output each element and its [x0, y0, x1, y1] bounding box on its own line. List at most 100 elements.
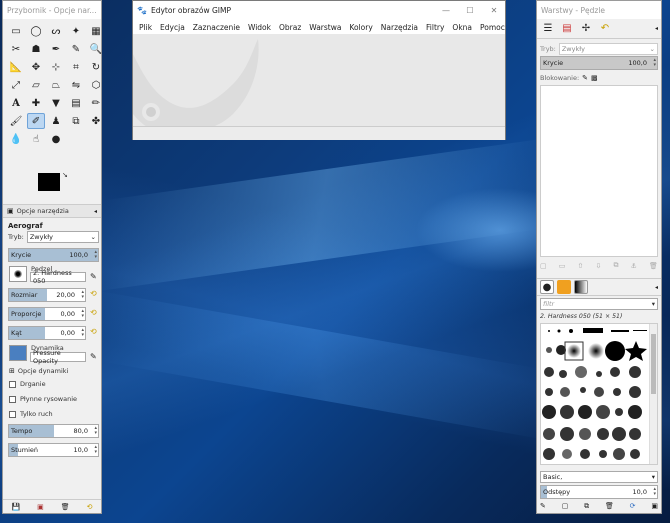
brush-grid[interactable] [540, 323, 658, 465]
delete-options-icon[interactable]: 🗑 [61, 503, 70, 511]
cage-tool[interactable]: ⬡ [87, 77, 105, 93]
fuzzy-select-tool[interactable]: ✦ [67, 23, 85, 39]
checkbox-box[interactable] [9, 410, 16, 418]
rect-select-tool[interactable]: ▭ [7, 23, 25, 39]
minimize-icon[interactable]: — [439, 6, 453, 15]
dock-menu-icon[interactable]: ◂ [655, 25, 658, 32]
heal-tool[interactable]: ✚ [27, 95, 45, 111]
select-by-color-tool[interactable]: ▦ [87, 23, 105, 39]
layers-opacity-slider[interactable]: Krycie 100,0 ▴ ▾ [540, 56, 658, 70]
rate-slider[interactable]: Tempo 80,0 ▴ ▾ [8, 424, 99, 438]
blur-tool[interactable]: 💧 [7, 131, 25, 147]
layers-list[interactable] [540, 85, 658, 257]
lock-alpha-icon[interactable]: ▩ [591, 74, 598, 82]
spin-icon[interactable]: ▴ ▾ [81, 328, 84, 338]
foreground-color[interactable] [38, 173, 60, 191]
crop-tool[interactable]: ⌗ [67, 59, 85, 75]
move-tool[interactable]: ✥ [27, 59, 45, 75]
brush-filter-field[interactable]: filtr ▾ [540, 298, 658, 310]
text-tool[interactable]: A [7, 95, 25, 111]
color-area[interactable]: ↘ [38, 171, 68, 199]
clone-tool[interactable]: ⧉ [67, 113, 85, 129]
scissors-tool[interactable]: ✂ [7, 41, 25, 57]
tool-options-tab[interactable]: Opcje narzędzia [17, 207, 69, 215]
size-slider[interactable]: Rozmiar 20,00 ▴ ▾ [8, 288, 86, 302]
menu-item[interactable]: Pomoc [480, 23, 505, 32]
flip-tool[interactable]: ⇋ [67, 77, 85, 93]
pencil-tool[interactable]: ✏ [87, 95, 105, 111]
patterns-tab-icon[interactable] [557, 280, 571, 294]
dynamics-preview[interactable] [9, 345, 27, 361]
swap-colors-icon[interactable]: ↘ [62, 171, 68, 179]
menu-item[interactable]: Warstwa [309, 23, 341, 32]
menu-item[interactable]: Obraz [279, 23, 301, 32]
perspective-tool[interactable]: ⏢ [47, 77, 65, 93]
menu-item[interactable]: Widok [248, 23, 271, 32]
blend-tool[interactable]: ▤ [67, 95, 85, 111]
checkbox-box[interactable] [9, 380, 16, 388]
new-brush-icon[interactable]: ▢ [562, 502, 569, 510]
foreground-select-tool[interactable]: ☗ [27, 41, 45, 57]
open-brush-icon[interactable]: ▣ [651, 502, 658, 510]
spin-icon[interactable]: ▴ ▾ [81, 290, 84, 300]
mode-select[interactable]: Zwykły ⌄ [26, 231, 99, 243]
zoom-tool[interactable]: 🔍 [87, 41, 105, 57]
ellipse-select-tool[interactable]: ◯ [27, 23, 45, 39]
free-select-tool[interactable]: ᔕ [47, 23, 65, 39]
brush-grid-scrollbar[interactable] [649, 324, 657, 464]
reset-angle-icon[interactable]: ⟲ [90, 327, 97, 336]
brush-preview[interactable] [9, 266, 27, 282]
paths-tab-icon[interactable]: ✢ [578, 21, 594, 37]
paths-tool[interactable]: ✒ [47, 41, 65, 57]
menu-item[interactable]: Edycja [160, 23, 185, 32]
opacity-slider[interactable]: Krycie 100,0 ▴ ▾ [8, 248, 99, 262]
smooth-checkbox[interactable]: Płynne rysowanie [9, 395, 77, 403]
lock-pixels-icon[interactable]: ✎ [582, 74, 588, 82]
brushes-menu-icon[interactable]: ◂ [655, 284, 658, 291]
dodge-burn-tool[interactable]: ● [47, 131, 65, 147]
spacing-slider[interactable]: Odstępy 10,0 ▴ ▾ [540, 485, 658, 499]
jitter-checkbox[interactable]: Drganie [9, 380, 46, 388]
dynamics-field[interactable]: Pressure Opacity [30, 349, 86, 365]
incremental-checkbox[interactable]: Tylko ruch [9, 410, 53, 418]
anchor-layer-icon[interactable]: ⚓ [631, 262, 637, 270]
spin-icon[interactable]: ▴ ▾ [94, 426, 97, 436]
spin-icon[interactable]: ▴ ▾ [94, 250, 97, 260]
maximize-icon[interactable]: ☐ [463, 6, 477, 15]
edit-brush-icon[interactable]: ✎ [90, 272, 97, 281]
menu-item[interactable]: Plik [139, 23, 152, 32]
spin-icon[interactable]: ▴ ▾ [653, 58, 656, 68]
menu-item[interactable]: Zaznaczenie [193, 23, 240, 32]
aspect-slider[interactable]: Proporcje 0,00 ▴ ▾ [8, 307, 86, 321]
spin-icon[interactable]: ▴ ▾ [653, 487, 656, 497]
duplicate-brush-icon[interactable]: ⧉ [584, 502, 589, 511]
new-layer-icon[interactable]: ▢ [540, 262, 547, 270]
delete-layer-icon[interactable]: 🗑 [649, 262, 658, 270]
refresh-brushes-icon[interactable]: ⟳ [630, 502, 636, 510]
undo-history-tab-icon[interactable]: ↶ [597, 21, 613, 37]
menu-item[interactable]: Okna [452, 23, 472, 32]
smudge-tool[interactable]: ☝ [27, 131, 45, 147]
align-tool[interactable]: ⊹ [47, 59, 65, 75]
reset-size-icon[interactable]: ⟲ [90, 289, 97, 298]
reset-aspect-icon[interactable]: ⟲ [90, 308, 97, 317]
edit-brush-icon[interactable]: ✎ [540, 502, 546, 510]
new-layer-group-icon[interactable]: ▭ [559, 262, 566, 270]
checkbox-box[interactable] [9, 395, 16, 403]
brush-field[interactable]: 2. Hardness 050 [30, 269, 86, 285]
bucket-fill-tool[interactable]: ▼ [47, 95, 65, 111]
duplicate-layer-icon[interactable]: ⧉ [614, 261, 619, 270]
brush-preset-select[interactable]: Basic, ▾ [540, 471, 658, 483]
delete-brush-icon[interactable]: 🗑 [605, 502, 614, 510]
tab-menu-icon[interactable]: ◂ [94, 208, 97, 215]
reset-options-icon[interactable]: ⟲ [87, 503, 93, 511]
brushes-tab-icon[interactable]: ● [540, 280, 554, 294]
paintbrush-tool[interactable]: 🖌 [7, 113, 25, 129]
perspective-clone-tool[interactable]: ✤ [87, 113, 105, 129]
channels-tab-icon[interactable]: ▤ [559, 21, 575, 37]
gradients-tab-icon[interactable] [574, 280, 588, 294]
flow-slider[interactable]: Stumień 10,0 ▴ ▾ [8, 443, 99, 457]
edit-dynamics-icon[interactable]: ✎ [90, 352, 97, 361]
spin-icon[interactable]: ▴ ▾ [94, 445, 97, 455]
close-icon[interactable]: ✕ [487, 6, 501, 15]
